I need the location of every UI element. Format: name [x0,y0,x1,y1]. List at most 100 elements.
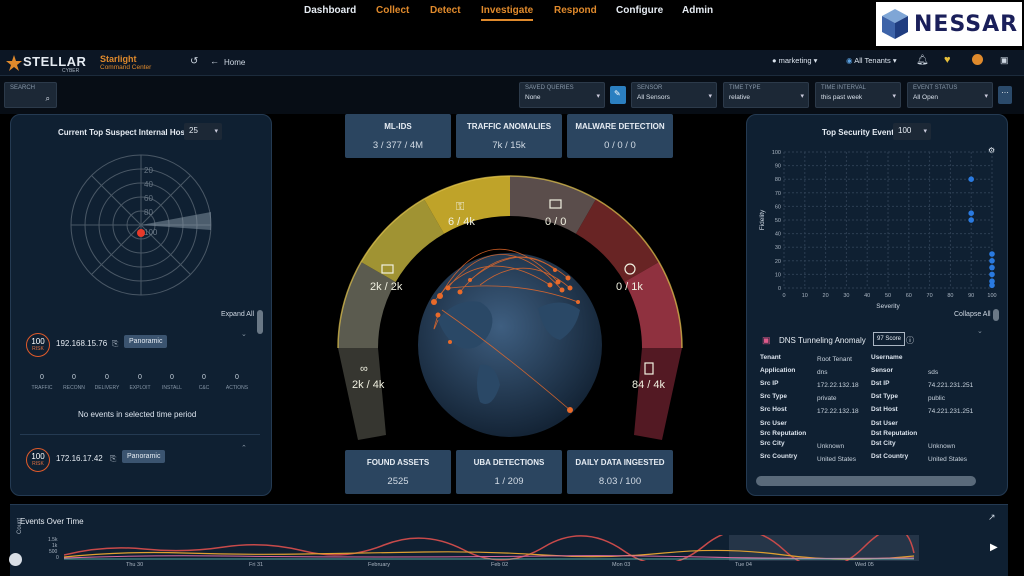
metric-ml-ids[interactable]: ML-IDS 3 / 377 / 4M [345,114,451,158]
metric-daily-data-ingested[interactable]: DAILY DATA INGESTED 8.03 / 100 [567,450,673,494]
scatter-point[interactable] [989,258,995,264]
field-key: Tenant [760,354,781,361]
nav-respond[interactable]: Respond [554,5,597,16]
horizontal-scrollbar[interactable] [756,476,976,486]
collapse-all-link[interactable]: Collapse All [954,311,991,318]
chevron-down-icon: ▾ [800,93,804,100]
metric-found-assets[interactable]: FOUND ASSETS 2525 [345,450,451,494]
edit-query-button[interactable]: ✎ [610,86,626,104]
settings-icon[interactable]: ▣ [1000,55,1009,66]
host-ip[interactable]: 172.16.17.42 [56,454,103,463]
scatter-point[interactable] [989,251,995,257]
toggle-icon[interactable] [9,553,22,566]
field-value: 74.221.231.251 [928,408,974,415]
more-button[interactable]: … [998,86,1012,104]
bell-icon[interactable]: 🔔︎ [916,55,929,66]
starlight-text: Starlight [100,54,137,64]
metric-title: TRAFFIC ANOMALIES [466,122,552,131]
divider [20,434,260,435]
no-events-message: No events in selected time period [78,410,197,419]
x-tick: Wed 05 [855,562,874,568]
history-icon[interactable]: ↺ [190,56,198,67]
back-arrow-icon[interactable]: ← [210,56,219,66]
event-score: 97 Score [873,332,906,346]
chevron-down-icon: ▾ [708,93,712,100]
metric-uba-detections[interactable]: UBA DETECTIONS 1 / 209 [456,450,562,494]
field-key: Src User [760,420,787,427]
scatter-point[interactable] [989,264,995,271]
field-value: public [928,395,945,402]
nav-detect[interactable]: Detect [430,5,461,16]
scrollbar[interactable] [257,310,263,334]
chart-type-icon[interactable]: ↗ [988,512,996,523]
scrollbar[interactable] [993,309,999,321]
selection-range[interactable] [729,535,919,561]
field-value: United States [817,456,857,463]
host-count-select[interactable]: 25 ▾ [184,123,222,140]
radar-chart: 20 40 60 80 100 [70,154,212,296]
panoramic-button[interactable]: Panoramic [124,335,168,348]
time-interval-label: TIME INTERVAL [821,85,866,91]
metric-traffic-anomalies[interactable]: TRAFFIC ANOMALIES 7k / 15k [456,114,562,158]
info-icon[interactable]: ⓘ [906,335,914,346]
x-tick: Tue 04 [735,562,752,568]
metric-title: UBA DETECTIONS [473,458,545,467]
nav-configure[interactable]: Configure [616,5,663,16]
stellar-logo[interactable]: STELLAR CYBER [6,53,96,74]
chevron-down-icon[interactable]: ⌄ [241,330,247,338]
chevron-up-icon[interactable]: ⌃ [241,444,247,452]
field-key: Application [760,367,796,374]
nav-collect[interactable]: Collect [376,5,409,16]
x-tick-label: 10 [802,293,808,299]
risk-label: RISK [32,346,44,352]
host-ip[interactable]: 192.168.15.76 [56,339,107,348]
scatter-point[interactable] [989,282,995,289]
event-name[interactable]: DNS Tunneling Anomaly [779,336,866,345]
y-tick-label: 40 [775,232,781,238]
y-tick-label: 10 [775,272,781,278]
x-tick-label: 60 [906,293,912,299]
search-box[interactable]: SEARCH ⌕ [4,82,57,108]
stat-label: C&C [198,385,210,391]
tenant-menu[interactable]: ◉ All Tenants ▾ [846,56,897,65]
radar-host-dot[interactable] [137,229,145,237]
scatter-point[interactable] [968,176,974,182]
scatter-point[interactable] [968,217,974,223]
severity-fidelity-scatter: 0 10 20 30 40 50 60 70 80 90 100 0 10 20 30 40 50 60 70 80 9… [759,150,997,310]
event-status-select[interactable]: EVENT STATUS All Open ▾ [907,82,993,108]
x-tick: Feb 02 [491,562,509,568]
mouse-cursor-icon: ▶ [990,542,998,553]
event-count-select[interactable]: 100 ▾ [893,123,931,140]
stat-reconn: 0 RECONN [56,374,92,391]
metric-malware-detection[interactable]: MALWARE DETECTION 0 / 0 / 0 [567,114,673,158]
panoramic-button[interactable]: Panoramic [122,450,166,463]
stat-install: 0 INSTALL [154,374,190,391]
scatter-point[interactable] [989,271,995,278]
x-tick: Fri 31 [249,562,264,568]
nav-dashboard[interactable]: Dashboard [304,5,356,16]
stat-value: 0 [138,374,142,381]
saved-queries-select[interactable]: SAVED QUERIES None ▾ [519,82,605,108]
nav-admin[interactable]: Admin [682,5,713,16]
help-icon[interactable] [972,54,983,65]
heart-icon[interactable]: ♥ [944,54,951,66]
metric-value: 8.03 / 100 [598,476,642,487]
copy-icon[interactable]: ⎘ [110,454,116,464]
chevron-down-icon[interactable]: ⌄ [977,327,983,335]
user-menu[interactable]: ● marketing ▾ [772,56,817,65]
field-key: Dst IP [871,380,890,387]
kill-chain-arc: 2k / 4k 2k / 2k 6 / 4k 0 / 0 0 / 1k 84 /… [337,175,683,440]
time-interval-select[interactable]: TIME INTERVAL this past week ▾ [815,82,901,108]
nav-investigate[interactable]: Investigate [481,5,534,21]
home-link[interactable]: Home [224,58,245,67]
x-axis-label: Severity [876,303,900,310]
scatter-point[interactable] [968,210,974,216]
chevron-down-icon: ▾ [892,93,896,100]
y-tick-label: 20 [775,259,781,265]
sensor-select[interactable]: SENSOR All Sensors ▾ [631,82,717,108]
time-type-select[interactable]: TIME TYPE relative ▾ [723,82,809,108]
copy-icon[interactable]: ⎘ [112,339,118,349]
field-value: private [817,395,837,402]
expand-all-link[interactable]: Expand All [221,311,254,318]
chevron-down-icon: ▾ [214,128,218,135]
